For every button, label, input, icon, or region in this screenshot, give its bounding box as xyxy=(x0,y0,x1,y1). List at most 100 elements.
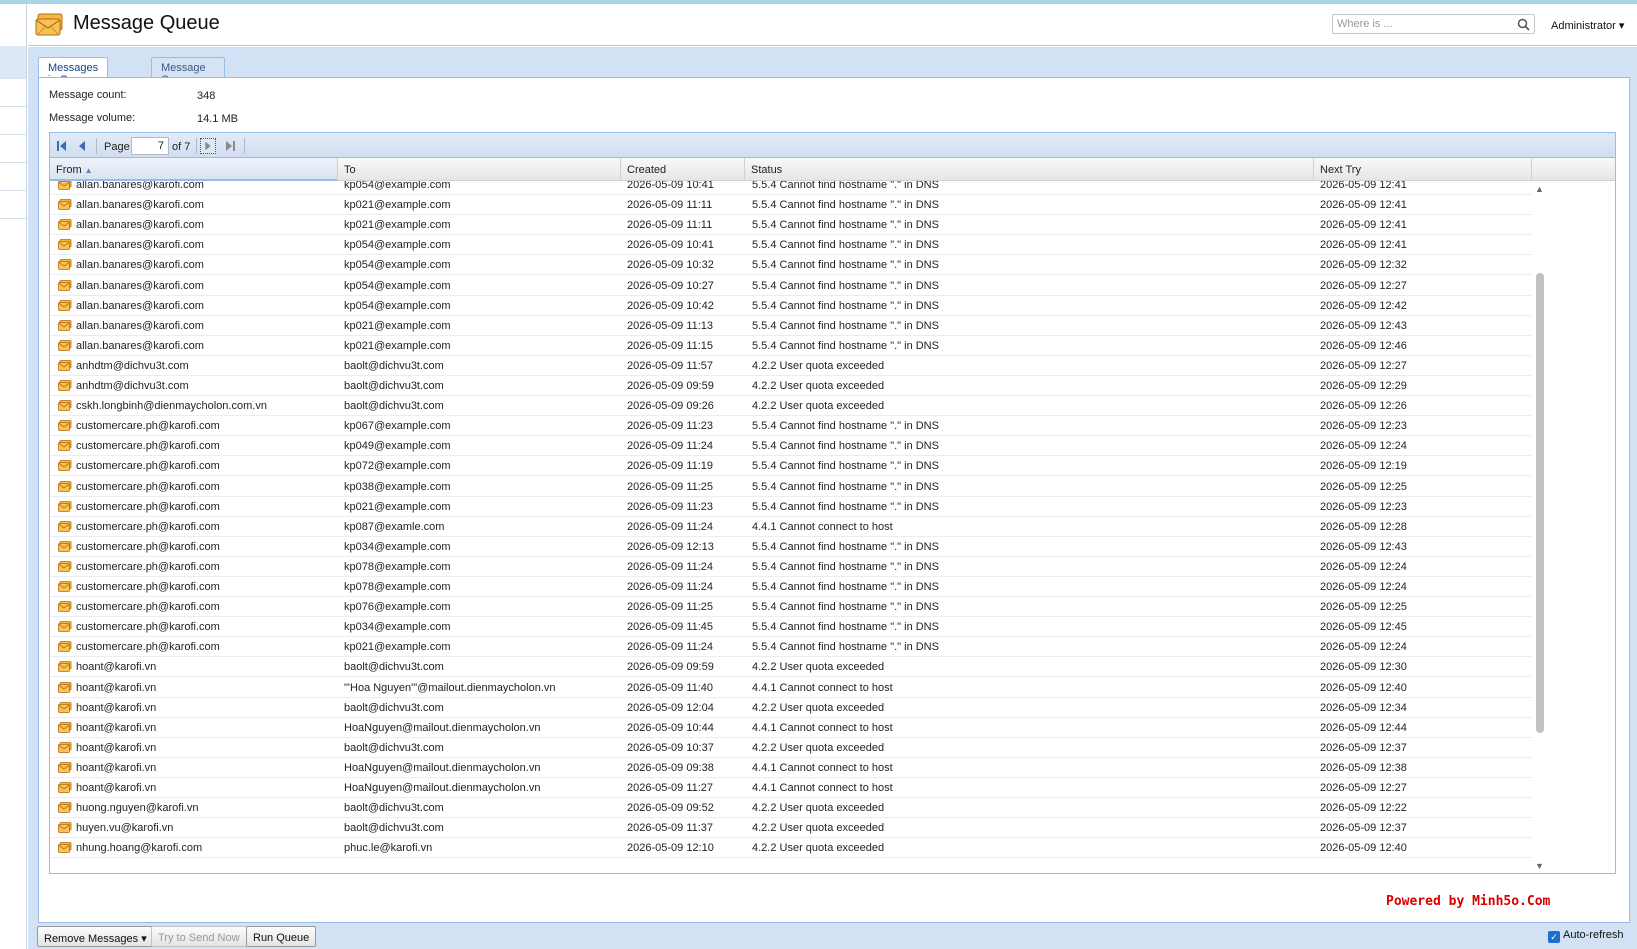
table-row[interactable]: cskh.longbinh@dienmaycholon.com.vn baolt@… xyxy=(50,396,1532,417)
remove-messages-button[interactable]: Remove Messages ▾ xyxy=(37,926,154,947)
table-row[interactable]: customercare.ph@karofi.com kp034@example.… xyxy=(50,537,1532,557)
column-to[interactable]: To xyxy=(338,158,621,181)
run-queue-button[interactable]: Run Queue xyxy=(246,926,317,947)
search-icon[interactable] xyxy=(1517,18,1530,31)
cell-next-try: 2026-05-09 12:22 xyxy=(1320,802,1407,815)
table-row[interactable]: customercare.ph@karofi.com kp078@example.… xyxy=(50,557,1532,577)
from-address: allan.banares@karofi.com xyxy=(76,339,204,352)
cell-status: 5.5.4 Cannot find hostname "." in DNS xyxy=(752,279,939,292)
cell-created: 2026-05-09 11:23 xyxy=(627,420,714,433)
tab-message-queue-processing[interactable]: Message Queue Processing xyxy=(151,57,226,98)
cell-status: 5.5.4 Cannot find hostname "." in DNS xyxy=(752,480,939,493)
cell-created: 2026-05-09 09:52 xyxy=(627,802,714,815)
table-row[interactable]: huong.nguyen@karofi.vn baolt@dichvu3t.com… xyxy=(50,798,1532,819)
cell-from: customercare.ph@karofi.com xyxy=(58,436,338,456)
user-menu[interactable]: Administrator ▾ xyxy=(1551,19,1624,32)
table-row[interactable]: hoant@karofi.vn HoaNguyen@mailout.dienmay… xyxy=(50,718,1532,738)
cell-created: 2026-05-09 11:40 xyxy=(627,681,714,694)
cell-created: 2026-05-09 11:57 xyxy=(627,359,714,372)
cell-next-try: 2026-05-09 12:24 xyxy=(1320,641,1407,654)
cell-status: 5.5.4 Cannot find hostname "." in DNS xyxy=(752,199,939,212)
table-row[interactable]: hoant@karofi.vn baolt@dichvu3t.com 2026-05… xyxy=(50,698,1532,718)
next-page-icon[interactable] xyxy=(200,138,216,154)
column-created[interactable]: Created xyxy=(621,158,745,181)
table-row[interactable]: customercare.ph@karofi.com kp038@example.… xyxy=(50,477,1532,497)
table-row[interactable]: anhdtm@dichvu3t.com baolt@dichvu3t.com 202… xyxy=(50,376,1532,396)
cell-status: 5.5.4 Cannot find hostname "." in DNS xyxy=(752,319,939,332)
table-row[interactable]: anhdtm@dichvu3t.com baolt@dichvu3t.com 202… xyxy=(50,356,1532,376)
vertical-scrollbar[interactable]: ▲ ▼ xyxy=(1532,181,1548,873)
scroll-up-icon[interactable]: ▲ xyxy=(1535,184,1544,194)
cell-created: 2026-05-09 10:41 xyxy=(627,181,714,191)
cell-status: 4.2.2 User quota exceeded xyxy=(752,661,885,674)
table-row[interactable]: customercare.ph@karofi.com kp076@example.… xyxy=(50,597,1532,618)
table-row[interactable]: hoant@karofi.vn "'Hoa Nguyen'"@mailout.di… xyxy=(50,678,1532,698)
cell-status: 5.5.4 Cannot find hostname "." in DNS xyxy=(752,339,939,352)
table-row[interactable]: huyen.vu@karofi.vn baolt@dichvu3t.com 2026… xyxy=(50,818,1532,839)
table-row[interactable]: customercare.ph@karofi.com kp034@example.… xyxy=(50,617,1532,638)
cell-status: 4.2.2 User quota exceeded xyxy=(752,400,885,413)
column-from[interactable]: From ▲ xyxy=(50,158,338,181)
first-page-icon[interactable] xyxy=(54,138,70,154)
cell-next-try: 2026-05-09 12:45 xyxy=(1320,621,1407,634)
scroll-down-icon[interactable]: ▼ xyxy=(1535,861,1544,871)
cell-next-try: 2026-05-09 12:43 xyxy=(1320,540,1407,553)
previous-page-icon[interactable] xyxy=(74,138,90,154)
column-status[interactable]: Status xyxy=(745,158,1314,181)
search-input[interactable] xyxy=(1333,15,1511,33)
table-row[interactable]: customercare.ph@karofi.com kp072@example.… xyxy=(50,456,1532,477)
cell-status: 5.5.4 Cannot find hostname "." in DNS xyxy=(752,540,939,553)
table-row[interactable]: allan.banares@karofi.com kp054@example.co… xyxy=(50,296,1532,316)
table-row[interactable]: allan.banares@karofi.com kp054@example.co… xyxy=(50,276,1532,296)
cell-status: 4.4.1 Cannot connect to host xyxy=(752,520,893,533)
page-number-input[interactable] xyxy=(131,137,169,155)
table-row[interactable]: allan.banares@karofi.com kp054@example.co… xyxy=(50,255,1532,276)
envelope-icon xyxy=(58,380,72,391)
table-row[interactable]: hoant@karofi.vn HoaNguyen@mailout.dienmay… xyxy=(50,758,1532,778)
scrollbar-thumb[interactable] xyxy=(1536,273,1544,733)
cell-to: kp072@example.com xyxy=(344,460,451,473)
cell-from: customercare.ph@karofi.com xyxy=(58,517,338,537)
cell-next-try: 2026-05-09 12:19 xyxy=(1320,460,1407,473)
table-row[interactable]: allan.banares@karofi.com kp021@example.co… xyxy=(50,215,1532,236)
cell-created: 2026-05-09 11:13 xyxy=(627,319,714,332)
message-queue-icon xyxy=(35,13,63,36)
table-row[interactable]: allan.banares@karofi.com kp021@example.co… xyxy=(50,195,1532,216)
table-row[interactable]: hoant@karofi.vn HoaNguyen@mailout.dienmay… xyxy=(50,778,1532,798)
search-box[interactable] xyxy=(1332,14,1535,34)
checkbox-checked-icon[interactable]: ✓ xyxy=(1548,931,1560,943)
last-page-icon[interactable] xyxy=(222,138,238,154)
auto-refresh-checkbox[interactable]: ✓ Auto-refresh xyxy=(1548,929,1624,943)
envelope-icon xyxy=(58,540,72,552)
table-row[interactable]: hoant@karofi.vn baolt@dichvu3t.com 2026-05… xyxy=(50,657,1532,678)
table-row[interactable]: allan.banares@karofi.com kp054@example.co… xyxy=(50,181,1532,195)
left-nav-divider xyxy=(0,218,26,219)
table-row[interactable]: customercare.ph@karofi.com kp087@examle.c… xyxy=(50,517,1532,537)
table-row[interactable]: nhung.hoang@karofi.com phuc.le@karofi.vn 2… xyxy=(50,838,1532,859)
table-row[interactable]: customercare.ph@karofi.com kp021@example.… xyxy=(50,637,1532,658)
from-address: allan.banares@karofi.com xyxy=(76,299,204,312)
envelope-icon xyxy=(58,741,72,753)
table-row[interactable]: allan.banares@karofi.com kp021@example.co… xyxy=(50,336,1532,356)
cell-created: 2026-05-09 10:32 xyxy=(627,259,714,272)
cell-created: 2026-05-09 10:42 xyxy=(627,299,714,312)
cell-status: 5.5.4 Cannot find hostname "." in DNS xyxy=(752,500,939,513)
cell-created: 2026-05-09 11:15 xyxy=(627,339,714,352)
cell-from: hoant@karofi.vn xyxy=(58,678,338,698)
from-address: cskh.longbinh@dienmaycholon.com.vn xyxy=(76,400,267,413)
table-row[interactable]: customercare.ph@karofi.com kp021@example.… xyxy=(50,497,1532,517)
try-to-send-now-button[interactable]: Try to Send Now xyxy=(151,926,247,947)
cell-to: baolt@dichvu3t.com xyxy=(344,359,444,372)
cell-from: customercare.ph@karofi.com xyxy=(58,416,338,436)
column-next-try[interactable]: Next Try xyxy=(1314,158,1532,181)
table-row[interactable]: customercare.ph@karofi.com kp049@example.… xyxy=(50,436,1532,457)
table-row[interactable]: allan.banares@karofi.com kp021@example.co… xyxy=(50,316,1532,336)
tab-messages-in-queue[interactable]: Messages in Queue xyxy=(38,57,109,86)
page-label: Page xyxy=(104,141,130,153)
left-nav-selected-item[interactable] xyxy=(0,46,26,78)
table-row[interactable]: hoant@karofi.vn baolt@dichvu3t.com 2026-05… xyxy=(50,738,1532,758)
table-row[interactable]: customercare.ph@karofi.com kp067@example.… xyxy=(50,416,1532,437)
cell-created: 2026-05-09 10:41 xyxy=(627,239,714,252)
table-row[interactable]: allan.banares@karofi.com kp054@example.co… xyxy=(50,235,1532,256)
table-row[interactable]: customercare.ph@karofi.com kp078@example.… xyxy=(50,577,1532,597)
